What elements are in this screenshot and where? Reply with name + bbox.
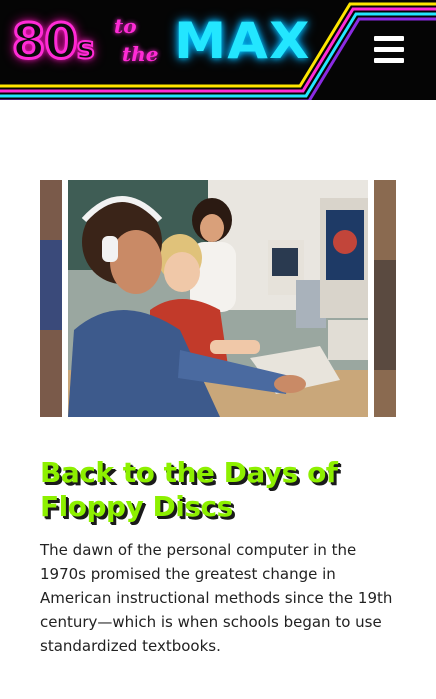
kids-at-computers-illustration bbox=[40, 180, 396, 417]
article-body: The dawn of the personal computer in the… bbox=[40, 541, 393, 655]
menu-bar-bottom bbox=[374, 58, 404, 63]
logo-max-text: MAX bbox=[174, 12, 311, 70]
site-header: 80s to the MAX bbox=[0, 0, 436, 100]
article-title[interactable]: Back to the Days of Floppy Discs bbox=[40, 456, 400, 524]
logo-to-text: to bbox=[114, 14, 137, 38]
logo-80s-text: 80s bbox=[11, 14, 96, 70]
logo-the-text: the bbox=[122, 42, 159, 66]
menu-bar-middle bbox=[374, 47, 404, 52]
article-hero-image[interactable] bbox=[40, 180, 396, 417]
hamburger-menu-icon[interactable] bbox=[372, 34, 408, 66]
site-logo[interactable]: 80s to the MAX bbox=[8, 14, 358, 84]
menu-bar-top bbox=[374, 36, 404, 41]
